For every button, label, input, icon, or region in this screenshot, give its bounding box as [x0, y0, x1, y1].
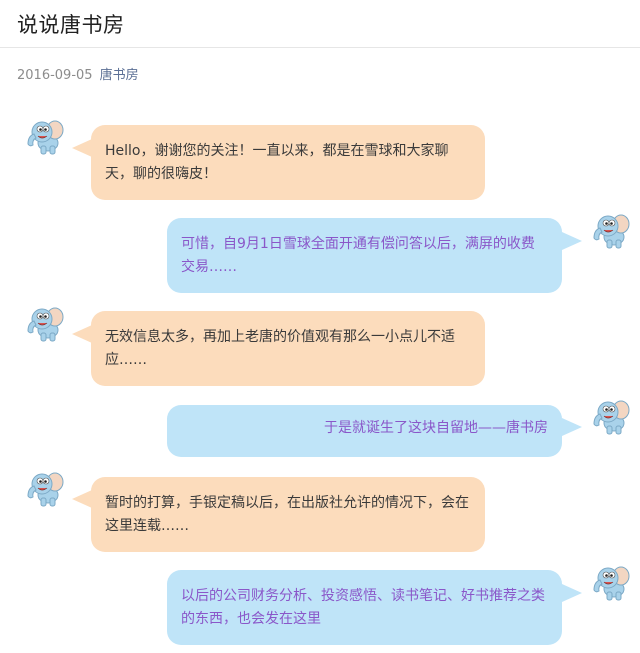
bubble-tail	[562, 584, 582, 602]
bubble-tail	[72, 490, 92, 508]
chat-bubble: 暂时的打算，手银定稿以后，在出版社允许的情况下，会在这里连载……	[91, 477, 485, 552]
author-link[interactable]: 唐书房	[100, 68, 139, 83]
bubble-tail	[562, 418, 582, 436]
article-meta: 2016-09-05 唐书房	[17, 64, 139, 83]
elephant-avatar-icon	[24, 118, 64, 156]
title-divider	[0, 47, 640, 48]
elephant-avatar-icon	[590, 564, 630, 602]
chat-bubble: Hello，谢谢您的关注！一直以来，都是在雪球和大家聊天，聊的很嗨皮！	[91, 125, 485, 200]
elephant-avatar-icon	[24, 470, 64, 508]
elephant-avatar-icon	[590, 398, 630, 436]
article-page: 说说唐书房 2016-09-05 唐书房 Hello，谢谢您的关注！一直以来，都是…	[0, 0, 640, 653]
bubble-tail	[72, 325, 92, 343]
publish-date: 2016-09-05	[17, 68, 93, 83]
page-title: 说说唐书房	[17, 13, 125, 37]
chat-bubble: 以后的公司财务分析、投资感悟、读书笔记、好书推荐之类的东西，也会发在这里	[167, 570, 562, 645]
elephant-avatar-icon	[590, 212, 630, 250]
elephant-avatar-icon	[24, 305, 64, 343]
bubble-tail	[72, 139, 92, 157]
chat-bubble: 于是就诞生了这块自留地——唐书房	[167, 405, 562, 457]
chat-bubble: 无效信息太多，再加上老唐的价值观有那么一小点儿不适应……	[91, 311, 485, 386]
bubble-tail	[562, 232, 582, 250]
chat-bubble: 可惜，自9月1日雪球全面开通有偿问答以后，满屏的收费交易……	[167, 218, 562, 293]
